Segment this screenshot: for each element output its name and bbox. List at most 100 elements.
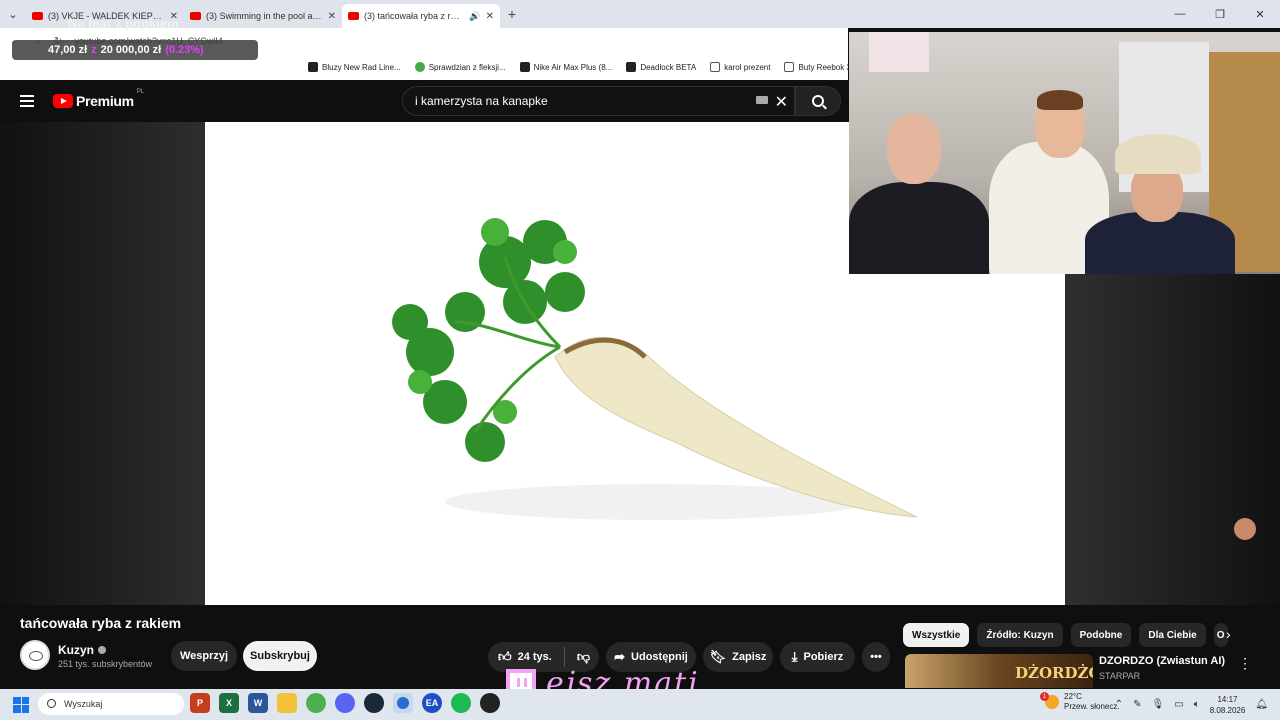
taskbar-search-input[interactable]: Wyszukaj <box>38 693 184 715</box>
sun-icon: 1 <box>1040 692 1059 709</box>
notifications-icon[interactable]: 🔔︎ <box>1255 699 1268 710</box>
taskbar-apps: P X W EA <box>190 693 500 713</box>
like-icon[interactable]: 👍︎ <box>498 649 512 665</box>
keyboard-icon[interactable] <box>756 96 768 104</box>
youtube-favicon-icon <box>348 12 359 20</box>
goal-progress-bar: 47,00 zł z 20 000,00 zł (0.23%) <box>12 40 258 60</box>
thumbnail-text: DŻORDŻO <box>1015 664 1093 682</box>
background-flag <box>869 32 929 72</box>
powerpoint-icon[interactable]: P <box>190 693 210 713</box>
filter-chips: Wszystkie Źródło: Kuzyn Podobne Dla Cieb… <box>903 623 1228 647</box>
weather-widget[interactable]: 1 22°C Przew. słonecz. <box>1040 692 1120 712</box>
close-window-icon[interactable]: ✕ <box>1240 0 1280 28</box>
chip-all[interactable]: Wszystkie <box>903 623 970 647</box>
steam-icon[interactable] <box>364 693 384 713</box>
person-2-hair <box>1037 90 1083 110</box>
tab-close-icon[interactable]: ✕ <box>328 11 336 22</box>
search-input[interactable]: i kamerzysta na kanapke ✕ <box>402 86 795 116</box>
save-label: Zapisz <box>732 651 767 663</box>
pen-icon[interactable]: ✎ <box>1133 699 1141 710</box>
bookmark-item[interactable]: Nike Air Max Plus (8... <box>519 62 613 72</box>
streaming-app-icon[interactable] <box>393 693 413 713</box>
chip-for-you[interactable]: Dla Ciebie <box>1139 623 1206 647</box>
bookmark-item[interactable]: karol prezent <box>710 62 770 72</box>
more-vert-icon[interactable]: ⋮ <box>1238 655 1252 672</box>
volume-icon[interactable]: 🔈︎ <box>1194 699 1200 710</box>
file-explorer-icon[interactable] <box>277 693 297 713</box>
bookmark-item[interactable]: Deadlock BETA <box>626 62 696 72</box>
streamer-emote-icon <box>1234 518 1256 540</box>
bookmark-label: Sprawdzian z fleksji... <box>428 62 506 72</box>
word-icon[interactable]: W <box>248 693 268 713</box>
bookmark-label: Bluzy New Rad Line... <box>322 62 401 72</box>
search-icon <box>812 95 824 107</box>
more-actions-button[interactable]: ••• <box>862 642 890 672</box>
new-tab-button[interactable]: + <box>500 6 524 22</box>
goal-title: Na feat z popkiem <box>68 16 179 31</box>
apps-icon[interactable]: Bluzy New Rad Line... <box>308 62 401 72</box>
channel-name[interactable]: Kuzyn <box>58 643 106 657</box>
obs-icon[interactable] <box>480 693 500 713</box>
chevron-right-icon[interactable]: › <box>1226 626 1231 642</box>
tab-title: (3) tańcowała ryba z rakiem <box>364 11 465 21</box>
person-3-hat <box>1115 134 1201 174</box>
chip-related[interactable]: Podobne <box>1070 623 1132 647</box>
download-button[interactable]: ⤓ Pobierz <box>780 642 855 672</box>
like-count[interactable]: 24 tys. <box>518 651 552 663</box>
more-icon: ••• <box>870 651 882 663</box>
channel-name-text: Kuzyn <box>58 643 94 657</box>
clock-date: 8.08.2026 <box>1209 705 1246 715</box>
tab-close-icon[interactable]: ✕ <box>486 11 494 22</box>
excel-icon[interactable]: X <box>219 693 239 713</box>
support-label: Wesprzyj <box>179 650 229 662</box>
browser-tab-3-active[interactable]: (3) tańcowała ryba z rakiem 🔊 ✕ <box>342 4 500 28</box>
dislike-icon[interactable]: 👎︎ <box>577 649 590 665</box>
recommendation-title[interactable]: DZORDZO (Zwiastun AI) <box>1099 655 1225 667</box>
notification-badge: 1 <box>1040 692 1049 701</box>
search-icon <box>47 699 56 708</box>
channel-avatar[interactable] <box>20 640 50 670</box>
tab-audio-icon[interactable]: 🔊 <box>469 11 480 22</box>
menu-icon[interactable] <box>20 95 34 107</box>
logo-region: PL <box>136 89 145 95</box>
bookmark-favicon-icon <box>308 62 318 72</box>
download-icon: ⤓ <box>791 649 798 664</box>
microphone-icon[interactable]: 🎙︎ <box>1152 699 1165 710</box>
system-tray: ⌃ ✎ 🎙︎ ▭ 🔈︎ 14:17 8.08.2026 🔔︎ <box>1115 689 1280 720</box>
search-button[interactable] <box>795 86 841 116</box>
discord-icon[interactable] <box>335 693 355 713</box>
subscribe-button[interactable]: Subskrybuj <box>243 641 317 671</box>
youtube-header: Premium PL i kamerzysta na kanapke ✕ <box>0 80 848 122</box>
spotify-icon[interactable] <box>451 693 471 713</box>
windows-taskbar: Wyszukaj P X W EA 1 22°C Przew. słonecz.… <box>0 689 1280 720</box>
share-label: Udostępnij <box>631 651 688 663</box>
logo-text: Premium <box>76 93 134 109</box>
support-button[interactable]: Wesprzyj <box>171 641 237 671</box>
save-button[interactable]: 🔖︎ Zapisz <box>703 642 773 672</box>
bookmark-favicon-icon <box>519 62 530 72</box>
search-placeholder: Wyszukaj <box>64 699 103 709</box>
goal-percent: (0.23%) <box>165 44 204 56</box>
clear-search-icon[interactable]: ✕ <box>775 92 788 112</box>
weather-temp: 22°C <box>1064 692 1082 701</box>
bookmark-item[interactable]: Sprawdzian z fleksji... <box>414 62 506 72</box>
search-query: i kamerzysta na kanapke <box>415 94 548 108</box>
recommendation-channel[interactable]: STARPAR <box>1099 671 1140 681</box>
minimize-icon[interactable]: — <box>1160 0 1200 28</box>
bookmark-label: Nike Air Max Plus (8... <box>533 62 613 72</box>
subscribe-label: Subskrybuj <box>250 650 310 662</box>
network-icon[interactable]: ▭ <box>1174 699 1183 710</box>
bookmark-label: karol prezent <box>724 62 771 72</box>
chip-source[interactable]: Źródło: Kuzyn <box>977 623 1063 647</box>
chrome-icon[interactable] <box>306 693 326 713</box>
person-1-head <box>887 114 941 184</box>
ea-icon[interactable]: EA <box>422 693 442 713</box>
share-icon: ➦ <box>614 649 626 664</box>
recommendation-thumbnail[interactable]: DŻORDŻO <box>905 654 1093 688</box>
chevron-up-icon[interactable]: ⌃ <box>1115 699 1123 710</box>
youtube-premium-logo[interactable]: Premium PL <box>53 89 144 109</box>
maximize-icon[interactable]: ❐ <box>1200 0 1240 28</box>
bookmark-label: Deadlock BETA <box>640 62 697 72</box>
clock[interactable]: 14:17 8.08.2026 <box>1210 694 1246 716</box>
windows-start-icon[interactable] <box>13 696 29 713</box>
